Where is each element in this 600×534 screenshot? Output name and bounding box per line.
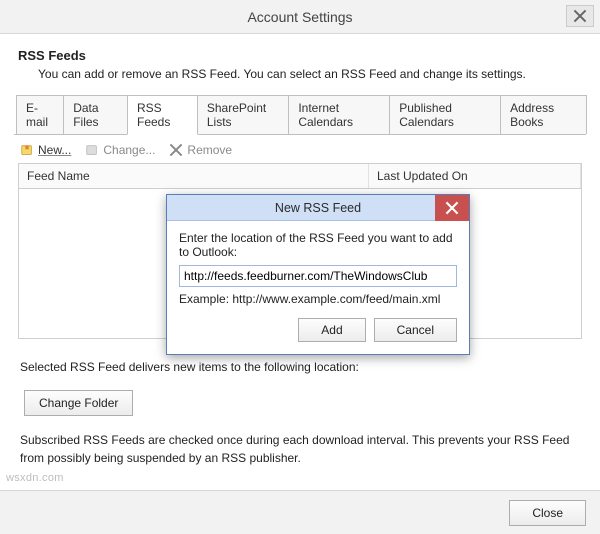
change-folder-button[interactable]: Change Folder [24, 390, 133, 416]
close-button[interactable]: Close [509, 500, 586, 526]
tab-address-books[interactable]: Address Books [500, 95, 587, 134]
dialog-title: New RSS Feed [275, 201, 361, 215]
column-last-updated[interactable]: Last Updated On [369, 164, 581, 188]
deliver-note: Selected RSS Feed delivers new items to … [20, 359, 580, 376]
dialog-titlebar: New RSS Feed [167, 195, 469, 221]
dialog-prompt: Enter the location of the RSS Feed you w… [179, 231, 457, 259]
watermark: wsxdn.com [6, 472, 64, 484]
titlebar: Account Settings [0, 0, 600, 34]
tab-published-calendars[interactable]: Published Calendars [389, 95, 501, 134]
tab-internet-calendars[interactable]: Internet Calendars [288, 95, 390, 134]
window-title: Account Settings [247, 9, 352, 25]
column-feed-name[interactable]: Feed Name [19, 164, 369, 188]
change-label: Change... [103, 143, 155, 157]
notes: Selected RSS Feed delivers new items to … [14, 339, 586, 467]
tab-email[interactable]: E-mail [16, 95, 64, 134]
rss-url-input[interactable] [179, 265, 457, 287]
tabstrip: E-mail Data Files RSS Feeds SharePoint L… [14, 95, 586, 135]
tab-data-files[interactable]: Data Files [63, 95, 128, 134]
dialog-close-button[interactable] [435, 195, 469, 221]
dialog-example: Example: http://www.example.com/feed/mai… [179, 292, 457, 306]
new-icon [20, 143, 34, 157]
dialog-body: Enter the location of the RSS Feed you w… [167, 221, 469, 354]
change-icon [85, 143, 99, 157]
remove-icon [169, 143, 183, 157]
new-button[interactable]: New... [20, 143, 71, 157]
dialog-actions: Add Cancel [179, 318, 457, 342]
footer: Close [0, 490, 600, 534]
remove-button: Remove [169, 143, 232, 157]
change-button: Change... [85, 143, 155, 157]
tab-sharepoint-lists[interactable]: SharePoint Lists [197, 95, 289, 134]
page-heading: RSS Feeds [18, 48, 586, 63]
remove-label: Remove [187, 143, 232, 157]
subscribed-note: Subscribed RSS Feeds are checked once du… [20, 432, 580, 467]
cancel-button[interactable]: Cancel [374, 318, 457, 342]
toolbar: New... Change... Remove [14, 135, 586, 163]
close-icon[interactable] [566, 5, 594, 27]
tab-rss-feeds[interactable]: RSS Feeds [127, 95, 198, 135]
add-button[interactable]: Add [298, 318, 365, 342]
page-subtext: You can add or remove an RSS Feed. You c… [38, 67, 586, 81]
new-rss-feed-dialog: New RSS Feed Enter the location of the R… [166, 194, 470, 355]
new-label: New... [38, 143, 71, 157]
list-header: Feed Name Last Updated On [18, 163, 582, 189]
